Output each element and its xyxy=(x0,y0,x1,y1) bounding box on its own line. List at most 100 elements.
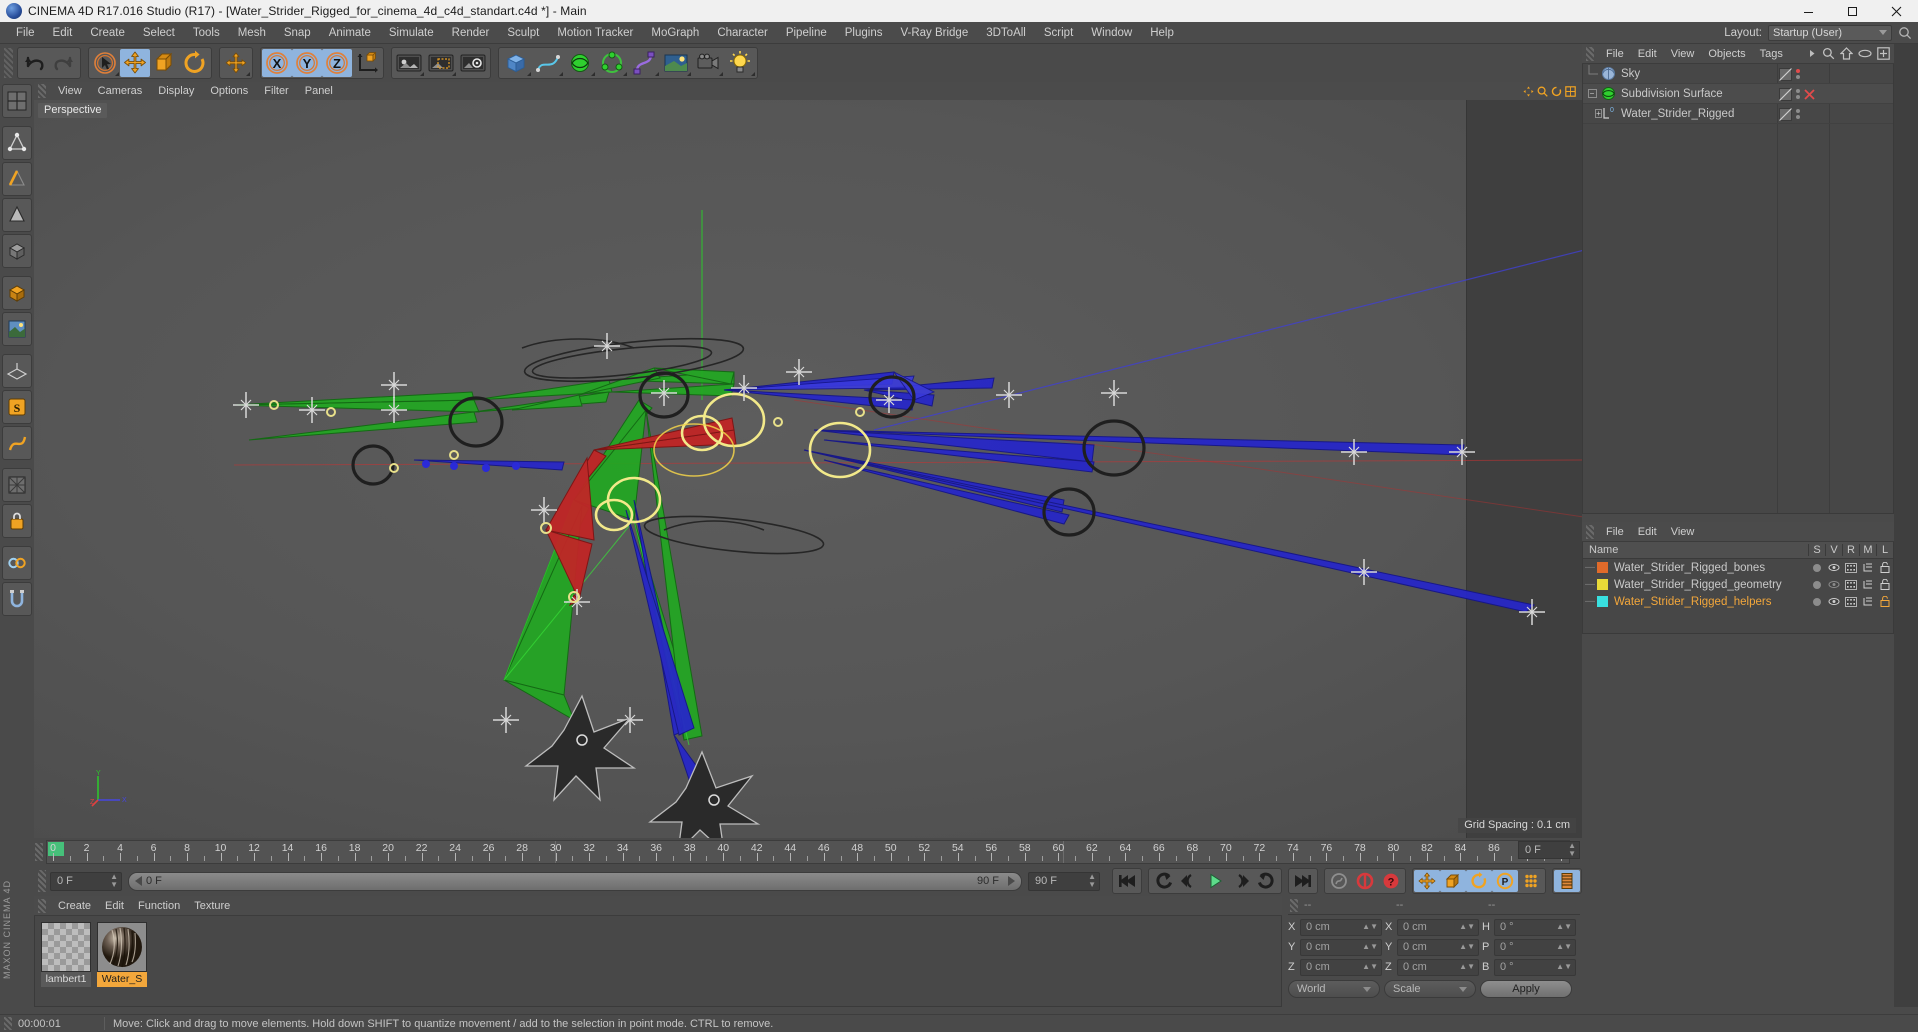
scale-tool-button[interactable] xyxy=(150,49,180,77)
cube-button[interactable] xyxy=(500,49,532,77)
material-preview[interactable] xyxy=(97,922,147,972)
om-menu-tags[interactable]: Tags xyxy=(1753,44,1790,64)
timeline-frame-field[interactable]: 0 F ▲ ▼ xyxy=(1518,841,1580,859)
light-button[interactable] xyxy=(724,49,756,77)
search-icon[interactable] xyxy=(1822,47,1835,60)
view-cell[interactable] xyxy=(1825,563,1842,572)
solo-cell[interactable] xyxy=(1808,563,1825,572)
expand-minus-icon[interactable]: − xyxy=(1587,89,1597,98)
viewport-menu-display[interactable]: Display xyxy=(150,82,202,100)
delete-x-icon[interactable] xyxy=(1804,88,1815,100)
lock-selection-button[interactable] xyxy=(2,504,32,538)
move-tool-button[interactable] xyxy=(120,49,150,77)
material-list[interactable]: lambert1 Water_S xyxy=(34,916,1282,1007)
rotation-key-button[interactable] xyxy=(1466,870,1492,892)
environment-button[interactable] xyxy=(660,49,692,77)
zoom-icon[interactable] xyxy=(1537,86,1548,97)
size-z-field[interactable]: 0 cm ▲▼ xyxy=(1397,958,1479,976)
viewport-menu-options[interactable]: Options xyxy=(202,82,256,100)
viewport-layout-button[interactable] xyxy=(2,84,32,118)
view-cell[interactable] xyxy=(1825,597,1842,606)
redo-button[interactable] xyxy=(49,49,79,77)
menu-animate[interactable]: Animate xyxy=(320,22,380,44)
coordinate-system-dropdown[interactable]: World xyxy=(1288,980,1380,998)
timeline-button[interactable] xyxy=(1554,870,1580,892)
column-render[interactable]: R xyxy=(1842,544,1859,556)
search-icon[interactable] xyxy=(1898,26,1912,40)
lock-cell[interactable] xyxy=(1876,596,1893,607)
menu-script[interactable]: Script xyxy=(1035,22,1082,44)
pla-key-button[interactable] xyxy=(1518,870,1544,892)
phong-tag-icon[interactable] xyxy=(1779,87,1792,101)
layer-color-swatch[interactable] xyxy=(1597,562,1608,573)
menu-create[interactable]: Create xyxy=(81,22,134,44)
close-button[interactable] xyxy=(1874,0,1918,22)
apply-button[interactable]: Apply xyxy=(1480,980,1572,998)
menu-help[interactable]: Help xyxy=(1141,22,1183,44)
position-y-field[interactable]: 0 cm ▲▼ xyxy=(1300,938,1382,956)
display-tag-icon[interactable] xyxy=(1779,107,1792,121)
editor-visibility-dot[interactable] xyxy=(1796,109,1800,113)
menu-plugins[interactable]: Plugins xyxy=(836,22,892,44)
editor-visibility-dot[interactable] xyxy=(1796,89,1800,93)
layout-select[interactable]: Startup (User) xyxy=(1768,24,1892,41)
visibility-dots[interactable] xyxy=(1796,69,1800,79)
menu-render[interactable]: Render xyxy=(443,22,499,44)
array-button[interactable] xyxy=(596,49,628,77)
layer-manager-grip[interactable] xyxy=(1586,524,1594,539)
rotation-p-field[interactable]: 0 ° ▲▼ xyxy=(1494,938,1576,956)
layer-row-bones[interactable]: — Water_Strider_Rigged_bones xyxy=(1583,559,1893,576)
position-x-field[interactable]: 0 cm ▲▼ xyxy=(1300,918,1382,936)
lock-cell[interactable] xyxy=(1876,562,1893,573)
spinner-icon[interactable]: ▲▼ xyxy=(1459,943,1475,951)
viewport-3d[interactable]: Perspective Y X Z Grid Spacing: 0.1 cm xyxy=(34,100,1582,838)
visibility-dots[interactable] xyxy=(1796,109,1800,119)
material-item-lambert1[interactable]: lambert1 xyxy=(41,922,91,1006)
object-row-water-strider-rigged[interactable]: + 0 Water_Strider_Rigged xyxy=(1583,104,1893,124)
menu-snap[interactable]: Snap xyxy=(275,22,320,44)
previous-key-button[interactable] xyxy=(1150,870,1176,892)
layer-row-helpers[interactable]: — Water_Strider_Rigged_helpers xyxy=(1583,593,1893,610)
solo-cell[interactable] xyxy=(1808,580,1825,589)
material-preview[interactable] xyxy=(41,922,91,972)
spinner-icon[interactable]: ▲▼ xyxy=(1556,943,1572,951)
view-cell[interactable] xyxy=(1825,580,1842,589)
menu-edit[interactable]: Edit xyxy=(44,22,82,44)
status-bar-grip[interactable] xyxy=(4,1017,12,1030)
rotate-tool-button[interactable] xyxy=(180,49,210,77)
material-manager-grip[interactable] xyxy=(38,898,46,913)
menu-sculpt[interactable]: Sculpt xyxy=(498,22,548,44)
menu-mograph[interactable]: MoGraph xyxy=(642,22,708,44)
om-menu-edit[interactable]: Edit xyxy=(1631,44,1664,64)
x-axis-button[interactable]: X xyxy=(262,49,292,77)
pan-icon[interactable] xyxy=(1523,86,1534,97)
render-settings-button[interactable] xyxy=(457,49,489,77)
viewport-menu-view[interactable]: View xyxy=(50,82,90,100)
menu-window[interactable]: Window xyxy=(1082,22,1141,44)
next-frame-button[interactable] xyxy=(1228,870,1254,892)
rotate-view-icon[interactable] xyxy=(1551,86,1562,97)
menu-vray-bridge[interactable]: V-Ray Bridge xyxy=(891,22,977,44)
texture-mode-button[interactable] xyxy=(2,312,32,346)
object-tags[interactable] xyxy=(1775,84,1893,104)
edge-mode-button[interactable] xyxy=(2,162,32,196)
om-menu-objects[interactable]: Objects xyxy=(1701,44,1752,64)
go-to-end-button[interactable] xyxy=(1290,870,1316,892)
menu-motion-tracker[interactable]: Motion Tracker xyxy=(548,22,642,44)
size-y-field[interactable]: 0 cm ▲▼ xyxy=(1397,938,1479,956)
current-frame-field[interactable]: 0 F ▲ ▼ xyxy=(50,871,122,891)
record-button[interactable] xyxy=(1352,870,1378,892)
live-selection-button[interactable] xyxy=(90,49,120,77)
plus-box-icon[interactable] xyxy=(1877,47,1890,60)
spinner-icon[interactable]: ▲▼ xyxy=(1459,963,1475,971)
viewport-menu-cameras[interactable]: Cameras xyxy=(90,82,151,100)
position-z-field[interactable]: 0 cm ▲▼ xyxy=(1300,958,1382,976)
menu-character[interactable]: Character xyxy=(708,22,777,44)
solo-cell[interactable] xyxy=(1808,597,1825,606)
scale-key-button[interactable] xyxy=(1440,870,1466,892)
spline-pen-button[interactable] xyxy=(532,49,564,77)
viewport-menu-panel[interactable]: Panel xyxy=(297,82,341,100)
parameter-key-button[interactable]: P xyxy=(1492,870,1518,892)
mat-menu-texture[interactable]: Texture xyxy=(187,896,237,916)
size-x-field[interactable]: 0 cm ▲▼ xyxy=(1397,918,1479,936)
